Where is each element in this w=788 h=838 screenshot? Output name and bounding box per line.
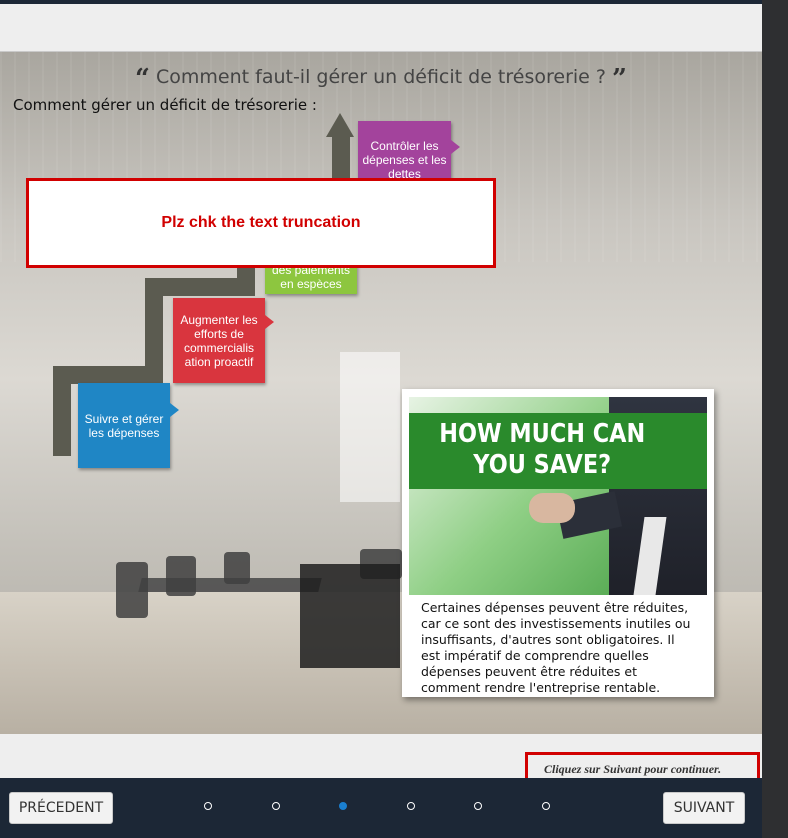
step-box-4: Contrôler les dépenses et les dettes bbox=[358, 121, 460, 185]
review-annotation-box: Plz chk the text truncation bbox=[26, 178, 496, 268]
page-dot[interactable] bbox=[474, 802, 482, 810]
page-dot[interactable] bbox=[272, 802, 280, 810]
step-box-1: Suivre et gérer les dépenses bbox=[78, 383, 179, 468]
step-label: Suivre et gérer les dépenses bbox=[84, 411, 164, 440]
page-dot[interactable] bbox=[339, 802, 347, 810]
next-button[interactable]: SUIVANT bbox=[663, 792, 745, 824]
open-quote-icon: “ bbox=[134, 64, 150, 94]
slide-subtitle: Comment gérer un déficit de trésorerie : bbox=[13, 96, 317, 114]
chair-image bbox=[224, 552, 250, 584]
stair-segment bbox=[332, 134, 350, 180]
info-card: HOW MUCH CAN YOU SAVE? Certaines dépense… bbox=[402, 389, 714, 697]
page-dot[interactable] bbox=[407, 802, 415, 810]
step-label: Contrôler les dépenses et les dettes bbox=[362, 139, 447, 181]
promo-image-text: HOW MUCH CAN YOU SAVE? bbox=[439, 419, 646, 480]
chair-image bbox=[166, 556, 196, 596]
window-image bbox=[340, 352, 400, 502]
callout-pointer bbox=[170, 403, 179, 418]
callout-pointer bbox=[451, 139, 460, 154]
chair-image bbox=[116, 562, 148, 618]
right-gutter bbox=[762, 0, 788, 838]
previous-button[interactable]: PRÉCEDENT bbox=[9, 792, 113, 824]
step-label: Augmenter les efforts de commercialis at… bbox=[180, 312, 258, 369]
arrow-head-icon bbox=[326, 113, 354, 137]
card-body-text: Certaines dépenses peuvent être réduites… bbox=[421, 600, 691, 695]
monitor-image bbox=[300, 564, 400, 668]
hand bbox=[529, 493, 575, 523]
navigation-bar bbox=[0, 778, 762, 838]
slide-title: “ Comment faut-il gérer un déficit de tr… bbox=[0, 64, 762, 94]
callout-pointer bbox=[265, 314, 274, 329]
header-band bbox=[0, 4, 762, 52]
close-quote-icon: ” bbox=[612, 64, 627, 94]
how-much-can-you-save-image: HOW MUCH CAN YOU SAVE? bbox=[409, 397, 707, 595]
step-box-2: Augmenter les efforts de commercialis at… bbox=[173, 298, 274, 383]
page-dot[interactable] bbox=[204, 802, 212, 810]
review-annotation-text: Plz chk the text truncation bbox=[161, 214, 361, 231]
page-dot[interactable] bbox=[542, 802, 550, 810]
slide-title-text: Comment faut-il gérer un déficit de trés… bbox=[156, 66, 606, 88]
